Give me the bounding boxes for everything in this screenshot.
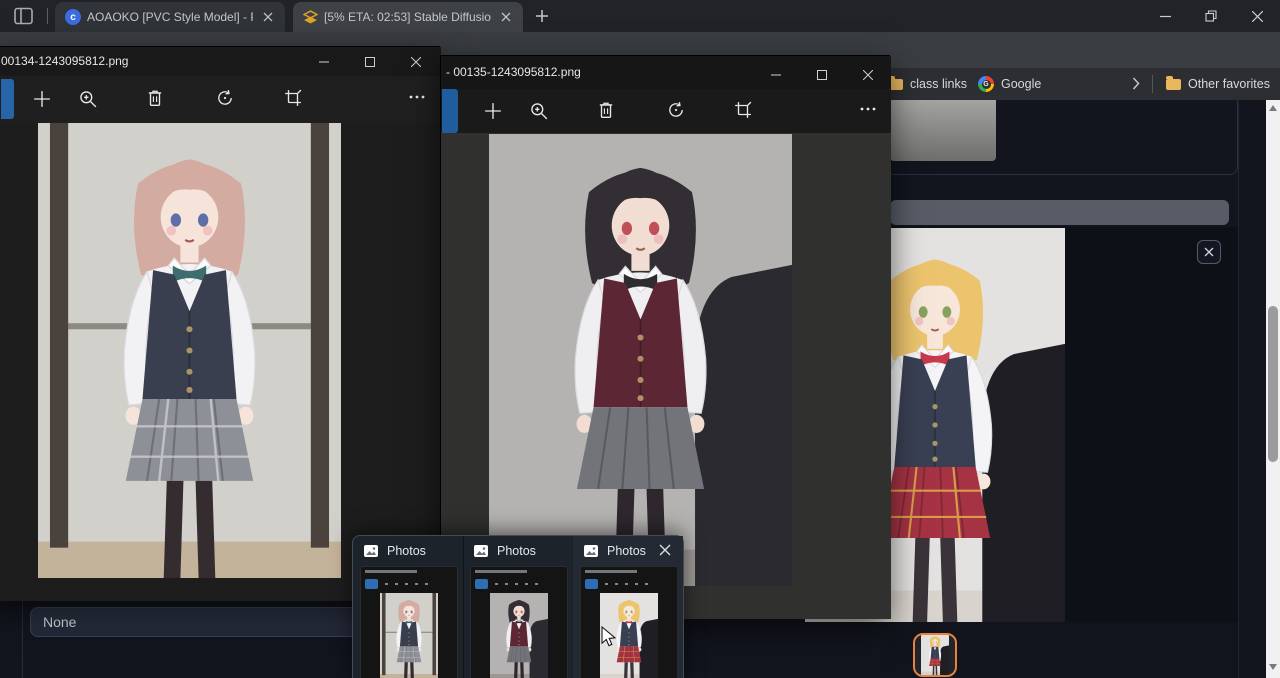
delete-icon[interactable] (597, 101, 615, 119)
desktop: c AOAOKO [PVC Style Model] - PV [5% ETA:… (0, 0, 1280, 678)
mini-titlebar-text (365, 570, 417, 573)
browser-close-button[interactable] (1243, 2, 1271, 30)
mini-accent (585, 579, 598, 589)
browser-tab-strip: c AOAOKO [PVC Style Model] - PV [5% ETA:… (0, 0, 1280, 32)
tab-label: [5% ETA: 02:53] Stable Diffusion (324, 10, 491, 24)
close-button[interactable] (845, 58, 891, 91)
browser-tab-civitai[interactable]: c AOAOKO [PVC Style Model] - PV (55, 2, 285, 32)
add-icon[interactable] (33, 90, 51, 108)
tab-close-icon[interactable] (497, 8, 515, 26)
browser-tab-stable-diffusion[interactable]: [5% ETA: 02:53] Stable Diffusion (293, 2, 523, 32)
maximize-button[interactable] (799, 58, 845, 91)
photos-app-icon (583, 544, 599, 558)
photo-image-00134[interactable] (38, 123, 341, 578)
photos-titlebar[interactable]: - 00135-1243095812.png (441, 56, 891, 89)
mini-window-preview[interactable] (470, 566, 568, 678)
mini-toolbar-icons (495, 583, 539, 585)
lightbox-close-button[interactable] (1197, 240, 1221, 264)
preview-close-icon[interactable] (659, 544, 671, 556)
add-icon[interactable] (484, 102, 502, 120)
photos-toolbar (0, 76, 441, 123)
preview-app-label: Photos (387, 544, 426, 558)
mini-titlebar-text (585, 570, 637, 573)
favorites-divider (1152, 75, 1153, 93)
scrollbar-thumb[interactable] (1268, 306, 1278, 462)
photos-app-icon (363, 544, 379, 558)
minimize-button[interactable] (753, 58, 799, 91)
tab-label: AOAOKO [PVC Style Model] - PV (87, 10, 253, 24)
crop-icon[interactable] (284, 89, 302, 107)
crop-icon[interactable] (734, 101, 752, 119)
taskbar-preview-card-3[interactable]: Photos (573, 536, 683, 678)
maximize-button[interactable] (347, 47, 393, 76)
favorites-overflow-chevron-icon[interactable] (1132, 77, 1140, 90)
taskbar-preview-card-2[interactable]: Photos (463, 536, 573, 678)
see-more-icon[interactable] (409, 95, 425, 99)
preview-app-label: Photos (607, 544, 646, 558)
webui-panel-edge (22, 598, 23, 678)
webui-progress-bar (890, 200, 1229, 225)
mini-titlebar-text (475, 570, 527, 573)
webui-light-box (890, 100, 996, 161)
mini-accent (475, 579, 488, 589)
scrollbar-down-arrow[interactable] (1269, 664, 1277, 670)
browser-minimize-button[interactable] (1151, 2, 1179, 30)
favorite-label: class links (910, 77, 967, 91)
taskbar-preview-popup: Photos Photos (352, 535, 684, 678)
see-more-icon[interactable] (860, 107, 876, 111)
browser-restore-button[interactable] (1197, 2, 1225, 30)
taskbar-preview-card-1[interactable]: Photos (353, 536, 463, 678)
folder-icon (1166, 79, 1181, 90)
dropdown-value: None (43, 614, 76, 630)
gallery-thumbnail-selected[interactable] (913, 633, 957, 677)
google-favicon: G (978, 76, 994, 92)
mini-toolbar-icons (605, 583, 649, 585)
scrollbar-up-arrow[interactable] (1269, 105, 1277, 111)
scrollbar[interactable] (1266, 100, 1280, 678)
window-title: - 00135-1243095812.png (446, 65, 726, 79)
photos-window-back[interactable]: 00134-1243095812.png (0, 46, 440, 600)
zoom-icon[interactable] (79, 90, 97, 108)
tab-actions-menu-icon[interactable] (14, 7, 34, 25)
rotate-icon[interactable] (216, 89, 234, 107)
mini-window-preview[interactable] (580, 566, 678, 678)
photos-menu-accent[interactable] (442, 89, 458, 133)
rotate-icon[interactable] (667, 101, 685, 119)
photos-menu-accent[interactable] (1, 79, 14, 119)
minimize-button[interactable] (301, 47, 347, 76)
zoom-icon[interactable] (530, 102, 548, 120)
photos-window-front[interactable]: - 00135-1243095812.png (440, 55, 890, 618)
delete-icon[interactable] (146, 89, 164, 107)
mini-toolbar-icons (385, 583, 429, 585)
gradio-favicon (303, 10, 318, 25)
photos-toolbar (441, 89, 891, 133)
close-button[interactable] (393, 47, 439, 76)
window-title: 00134-1243095812.png (1, 54, 281, 68)
photos-canvas (0, 123, 441, 601)
tab-divider (47, 8, 48, 24)
panel-divider (1238, 100, 1239, 678)
photos-titlebar[interactable]: 00134-1243095812.png (0, 47, 441, 76)
favorite-label: Other favorites (1188, 77, 1270, 91)
favorite-label: Google (1001, 77, 1041, 91)
photo-image-00135[interactable] (489, 134, 792, 586)
preview-app-label: Photos (497, 544, 536, 558)
mini-accent (365, 579, 378, 589)
new-tab-button[interactable] (533, 7, 551, 25)
civitai-favicon: c (65, 9, 81, 25)
mini-window-preview[interactable] (360, 566, 458, 678)
photos-app-icon (473, 544, 489, 558)
mouse-cursor (601, 626, 617, 648)
tab-close-icon[interactable] (259, 8, 277, 26)
